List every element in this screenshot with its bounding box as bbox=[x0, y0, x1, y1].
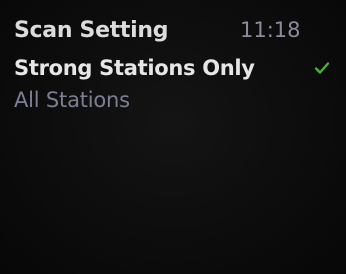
screen-title: Scan Setting bbox=[14, 18, 169, 43]
scan-setting-menu: Strong Stations Only All Stations bbox=[0, 52, 346, 116]
menu-item-label: Strong Stations Only bbox=[14, 56, 255, 80]
radio-display-screen: Scan Setting 11:18 Strong Stations Only … bbox=[0, 0, 346, 274]
check-icon bbox=[314, 62, 330, 74]
menu-item-all-stations[interactable]: All Stations bbox=[0, 84, 346, 116]
menu-item-label: All Stations bbox=[14, 88, 130, 112]
clock-time: 11:18 bbox=[240, 18, 301, 42]
header-bar: Scan Setting 11:18 bbox=[0, 10, 346, 44]
menu-item-strong-stations-only[interactable]: Strong Stations Only bbox=[0, 52, 346, 84]
